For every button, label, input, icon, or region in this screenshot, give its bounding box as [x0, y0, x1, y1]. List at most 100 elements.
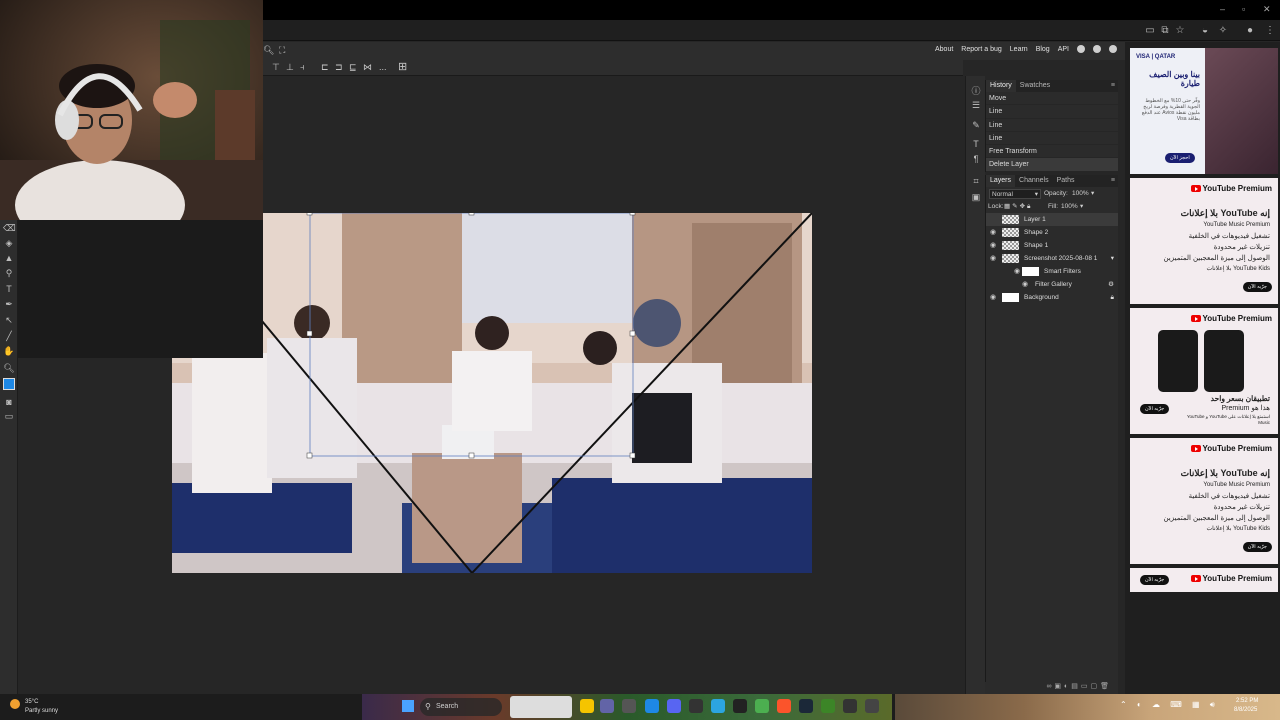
- menu-learn[interactable]: Learn: [1010, 46, 1028, 53]
- app-icon[interactable]: [645, 699, 659, 713]
- weather-icon[interactable]: [10, 699, 20, 709]
- brave-icon[interactable]: [777, 699, 791, 713]
- info-icon[interactable]: ⓘ: [970, 84, 982, 97]
- grid-icon[interactable]: ⊞: [398, 60, 407, 73]
- history-item[interactable]: Line: [986, 105, 1118, 119]
- zoom-tool-icon[interactable]: 🔍︎: [3, 362, 15, 374]
- close-icon[interactable]: ✕: [1263, 4, 1271, 15]
- ad-cta-button[interactable]: جرّبه الآن: [1242, 542, 1272, 552]
- type-tool-icon[interactable]: T: [3, 283, 15, 295]
- tab-layers[interactable]: Layers: [986, 175, 1016, 187]
- tray-icons[interactable]: ⌃ ◐ ☁ ⌨ ▦ 🔊︎: [1120, 700, 1219, 710]
- ad-qatar[interactable]: VISA | QATAR بينا وبين الصيف طيارة وفّر …: [1130, 48, 1278, 174]
- minimize-icon[interactable]: –: [1220, 4, 1225, 14]
- fullscreen-icon[interactable]: ⛶: [279, 45, 285, 56]
- ad-youtube-3[interactable]: YouTube Premium إنه YouTube بلا إعلانات …: [1130, 438, 1278, 564]
- taskbar-search[interactable]: ⚲ Search: [420, 698, 502, 716]
- distribute-h-icon[interactable]: ⋈: [363, 62, 372, 73]
- more-options-text[interactable]: ...: [379, 62, 387, 72]
- pen-tool-icon[interactable]: ✒: [3, 298, 15, 310]
- weather-temp[interactable]: 35°C: [25, 699, 38, 705]
- eye-icon[interactable]: ◉: [990, 291, 996, 304]
- teams-icon[interactable]: [600, 699, 614, 713]
- distribute-middle-icon[interactable]: ⊐: [335, 62, 343, 73]
- menu-about[interactable]: About: [935, 46, 953, 53]
- sharpen-tool-icon[interactable]: ▲: [3, 252, 15, 264]
- eye-icon[interactable]: ◉: [990, 252, 996, 265]
- eye-icon[interactable]: ◉: [1022, 278, 1028, 291]
- filter-options-icon[interactable]: ⚙: [1108, 278, 1114, 291]
- browser-menu-icon[interactable]: ⋮: [1264, 25, 1276, 36]
- history-item[interactable]: Free Transform: [986, 145, 1118, 159]
- search-icon[interactable]: 🔍︎: [263, 45, 274, 56]
- chrome-icon[interactable]: [755, 699, 769, 713]
- character-icon[interactable]: T: [970, 139, 982, 149]
- brush-icon[interactable]: ✎: [970, 120, 982, 131]
- properties-icon[interactable]: ☰: [970, 100, 982, 111]
- align-bottom-icon[interactable]: ⫞: [300, 62, 305, 73]
- app-icon[interactable]: [622, 699, 636, 713]
- ad-cta-button[interactable]: جرّبه الآن: [1140, 404, 1170, 414]
- path-select-tool-icon[interactable]: ↖: [3, 314, 15, 326]
- tab-paths[interactable]: Paths: [1053, 175, 1079, 187]
- star-icon[interactable]: ☆: [1174, 25, 1186, 36]
- layer-row[interactable]: ◉ Filter Gallery ⚙: [986, 278, 1118, 291]
- app-icon[interactable]: [843, 699, 857, 713]
- expand-icon[interactable]: ▾: [1111, 252, 1114, 265]
- file-explorer-icon[interactable]: [580, 699, 594, 713]
- app-icon[interactable]: [733, 699, 747, 713]
- terminal-icon[interactable]: [865, 699, 879, 713]
- eye-icon[interactable]: ◉: [1014, 265, 1020, 278]
- menu-blog[interactable]: Blog: [1036, 46, 1050, 53]
- tab-swatches[interactable]: Swatches: [1016, 80, 1054, 92]
- facebook-icon[interactable]: [1109, 45, 1117, 53]
- ad-youtube-1[interactable]: YouTube Premium إنه YouTube بلا إعلانات …: [1130, 178, 1278, 304]
- dodge-tool-icon[interactable]: ⚲: [3, 267, 15, 279]
- start-icon[interactable]: [402, 700, 414, 712]
- image-icon[interactable]: ▣: [970, 192, 982, 203]
- twitter-icon[interactable]: [1093, 45, 1101, 53]
- maximize-icon[interactable]: ▫: [1242, 4, 1245, 14]
- paragraph-icon[interactable]: ¶: [970, 154, 982, 164]
- clock-date[interactable]: 8/8/2025: [1234, 707, 1257, 713]
- align-top-icon[interactable]: ⊤: [272, 62, 280, 73]
- distribute-bottom-icon[interactable]: ⊑: [349, 62, 357, 73]
- ad-youtube-4[interactable]: YouTube Premium جرّبه الآن: [1130, 568, 1278, 592]
- chevron-down-icon[interactable]: ▾: [1091, 187, 1094, 201]
- layers-footer-icons[interactable]: ∞▣◐▤▭▢🗑︎: [985, 682, 1118, 694]
- menu-api[interactable]: API: [1058, 46, 1069, 53]
- opacity-value[interactable]: 100%: [1072, 187, 1089, 201]
- minecraft-icon[interactable]: [821, 699, 835, 713]
- steam-icon[interactable]: [799, 699, 813, 713]
- quick-mask-icon[interactable]: ◙: [3, 396, 15, 408]
- chevron-down-icon[interactable]: ▾: [1080, 201, 1083, 213]
- layer-row[interactable]: ◉ Shape 2: [986, 226, 1118, 239]
- telegram-icon[interactable]: [711, 699, 725, 713]
- eraser-tool-icon[interactable]: ⌫: [3, 222, 16, 234]
- profile-icon[interactable]: ●: [1244, 25, 1256, 36]
- align-middle-icon[interactable]: ⊥: [286, 62, 294, 73]
- reddit-icon[interactable]: [1077, 45, 1085, 53]
- screen-mode-icon[interactable]: ▭: [3, 410, 15, 422]
- line-tool-icon[interactable]: ╱: [3, 330, 15, 342]
- bucket-tool-icon[interactable]: ◈: [3, 237, 15, 249]
- panel-menu-icon[interactable]: ≡: [1111, 80, 1115, 92]
- layer-row[interactable]: ◉ Shape 1: [986, 239, 1118, 252]
- distribute-top-icon[interactable]: ⊏: [321, 62, 329, 73]
- ad-cta-button[interactable]: جرّبه الآن: [1140, 575, 1170, 585]
- history-item[interactable]: Delete Layer: [986, 158, 1118, 172]
- extensions-icon[interactable]: ✧: [1217, 25, 1229, 36]
- layer-row[interactable]: ◉ Background 🔒︎: [986, 291, 1118, 304]
- app-icon[interactable]: [667, 699, 681, 713]
- menu-report-bug[interactable]: Report a bug: [961, 46, 1001, 53]
- eye-icon[interactable]: ◉: [990, 226, 996, 239]
- fill-value[interactable]: 100%: [1061, 201, 1078, 213]
- app-icon[interactable]: [689, 699, 703, 713]
- layer-row[interactable]: ◉ Smart Filters: [986, 265, 1118, 278]
- mask-icon[interactable]: ◒: [1199, 25, 1211, 36]
- history-item[interactable]: Line: [986, 119, 1118, 132]
- hand-tool-icon[interactable]: ✋: [3, 345, 15, 357]
- ad-cta-button[interactable]: جرّبه الآن: [1242, 282, 1272, 292]
- ad-cta-button[interactable]: احجز الآن: [1165, 153, 1195, 163]
- layer-row[interactable]: ◉ Screenshot 2025-08-08 1 ▾: [986, 252, 1118, 265]
